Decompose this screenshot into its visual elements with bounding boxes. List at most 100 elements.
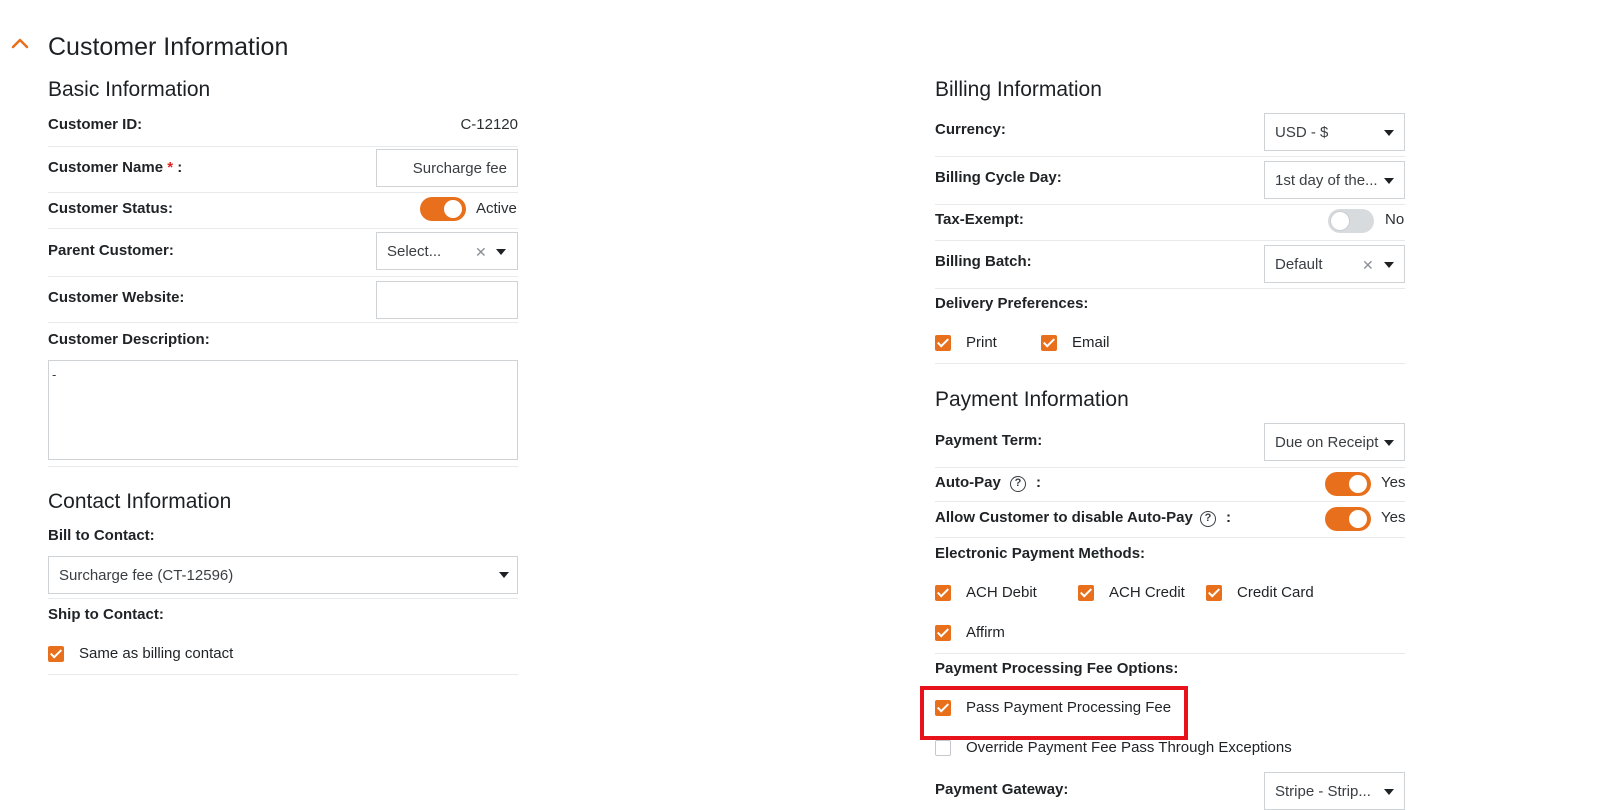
payment-gateway-select[interactable]: Stripe - Strip... [1264,772,1405,810]
payment-term-value: Due on Receipt [1275,434,1379,451]
caret-down-icon [1384,178,1394,184]
clear-x-icon[interactable]: ✕ [1362,258,1374,272]
ach-debit-checkbox[interactable] [935,585,951,601]
toggle-knob [444,200,462,218]
same-as-billing-label: Same as billing contact [79,645,234,662]
divider [935,653,1405,654]
billing-cycle-value: 1st day of the... [1275,172,1378,189]
billing-cycle-row: Billing Cycle Day: 1st day of the... [935,156,1405,205]
customer-description-textarea[interactable]: - [48,360,518,460]
question-circle-icon[interactable]: ? [1010,476,1026,492]
auto-pay-value: Yes [1381,474,1406,491]
payment-info-title: Payment Information [935,388,1129,411]
ship-to-contact-label: Ship to Contact: [48,606,164,623]
bill-to-contact-label: Bill to Contact: [48,527,155,544]
bill-to-contact-select[interactable]: Surcharge fee (CT-12596) [48,556,518,594]
caret-down-icon [1384,789,1394,795]
delivery-print-checkbox[interactable] [935,335,951,351]
toggle-knob [1331,212,1349,230]
label-colon: : [177,159,183,176]
credit-card-checkbox[interactable] [1206,585,1222,601]
caret-down-icon [499,572,509,578]
customer-website-input[interactable] [376,281,518,319]
tax-exempt-row: Tax-Exempt: No [935,204,1405,241]
caret-down-icon [496,249,506,255]
bill-to-contact-value: Surcharge fee (CT-12596) [59,567,234,584]
billing-batch-value: Default [1275,256,1323,273]
parent-customer-row: Parent Customer: Select... ✕ [48,228,518,277]
required-mark: * [167,159,174,176]
basic-info-title: Basic Information [48,78,211,101]
affirm-checkbox[interactable] [935,625,951,641]
clear-x-icon[interactable]: ✕ [475,245,487,259]
payment-term-label: Payment Term: [935,432,1043,449]
credit-card-label: Credit Card [1237,584,1314,601]
ach-credit-label: ACH Credit [1109,584,1185,601]
delivery-email-label: Email [1072,334,1110,351]
tax-exempt-toggle[interactable] [1328,209,1374,233]
contact-info-title: Contact Information [48,490,232,513]
customer-status-value: Active [476,200,517,217]
currency-value: USD - $ [1275,124,1329,141]
billing-batch-select[interactable]: Default ✕ [1264,245,1405,283]
same-as-billing-checkbox[interactable] [48,646,64,662]
ach-credit-checkbox[interactable] [1078,585,1094,601]
payment-term-row: Payment Term: Due on Receipt [935,420,1405,468]
customer-description-label: Customer Description: [48,331,210,348]
page-title: Customer Information [48,33,289,61]
delivery-email-checkbox[interactable] [1041,335,1057,351]
tax-exempt-value: No [1385,211,1405,228]
tax-exempt-label: Tax-Exempt: [935,211,1024,228]
affirm-label: Affirm [966,624,1005,641]
fee-options-label: Payment Processing Fee Options: [935,660,1179,677]
billing-batch-label: Billing Batch: [935,253,1032,270]
billing-batch-row: Billing Batch: Default ✕ [935,240,1405,289]
allow-disable-autopay-toggle[interactable] [1325,507,1371,531]
customer-status-toggle[interactable] [420,197,466,221]
highlight-box [920,686,1188,740]
billing-cycle-select[interactable]: 1st day of the... [1264,161,1405,199]
divider [48,674,518,675]
customer-status-label: Customer Status: [48,200,174,217]
ach-debit-label: ACH Debit [966,584,1037,601]
currency-select[interactable]: USD - $ [1264,113,1405,151]
customer-name-row: Customer Name * : Surcharge fee [48,146,518,193]
billing-cycle-label: Billing Cycle Day: [935,169,1062,186]
customer-website-row: Customer Website: [48,276,518,323]
customer-name-label-text: Customer Name [48,159,164,176]
customer-id-value: C-12120 [460,116,518,133]
caret-down-icon [1384,440,1394,446]
customer-id-row: Customer ID: C-12120 [48,110,518,147]
divider [48,598,518,599]
allow-disable-autopay-row: Allow Customer to disable Auto-Pay ? : Y… [935,501,1405,538]
auto-pay-row: Auto-Pay ? : Yes [935,467,1405,502]
label-colon: : [1036,474,1041,491]
caret-down-icon [1384,262,1394,268]
parent-customer-label: Parent Customer: [48,242,174,259]
delivery-preferences-label: Delivery Preferences: [935,295,1089,312]
divider [935,363,1405,364]
customer-name-input[interactable]: Surcharge fee [376,149,518,187]
customer-name-label: Customer Name * : [48,158,182,178]
divider [48,466,518,467]
customer-website-label: Customer Website: [48,289,185,306]
currency-row: Currency: USD - $ [935,110,1405,157]
toggle-knob [1349,475,1367,493]
toggle-knob [1349,510,1367,528]
question-circle-icon[interactable]: ? [1200,511,1216,527]
payment-gateway-value: Stripe - Strip... [1275,783,1371,800]
customer-id-label: Customer ID: [48,116,143,133]
payment-term-select[interactable]: Due on Receipt [1264,423,1405,461]
override-fee-checkbox[interactable] [935,740,951,756]
payment-methods-label: Electronic Payment Methods: [935,545,1146,562]
payment-gateway-label: Payment Gateway: [935,781,1069,798]
auto-pay-toggle[interactable] [1325,472,1371,496]
allow-disable-autopay-label: Allow Customer to disable Auto-Pay [935,509,1193,526]
allow-disable-autopay-value: Yes [1381,509,1406,526]
delivery-print-label: Print [966,334,997,351]
parent-customer-select[interactable]: Select... ✕ [376,232,518,270]
caret-down-icon [1384,130,1394,136]
chevron-up-icon[interactable] [10,36,30,50]
currency-label: Currency: [935,121,1006,138]
auto-pay-label: Auto-Pay [935,474,1001,491]
